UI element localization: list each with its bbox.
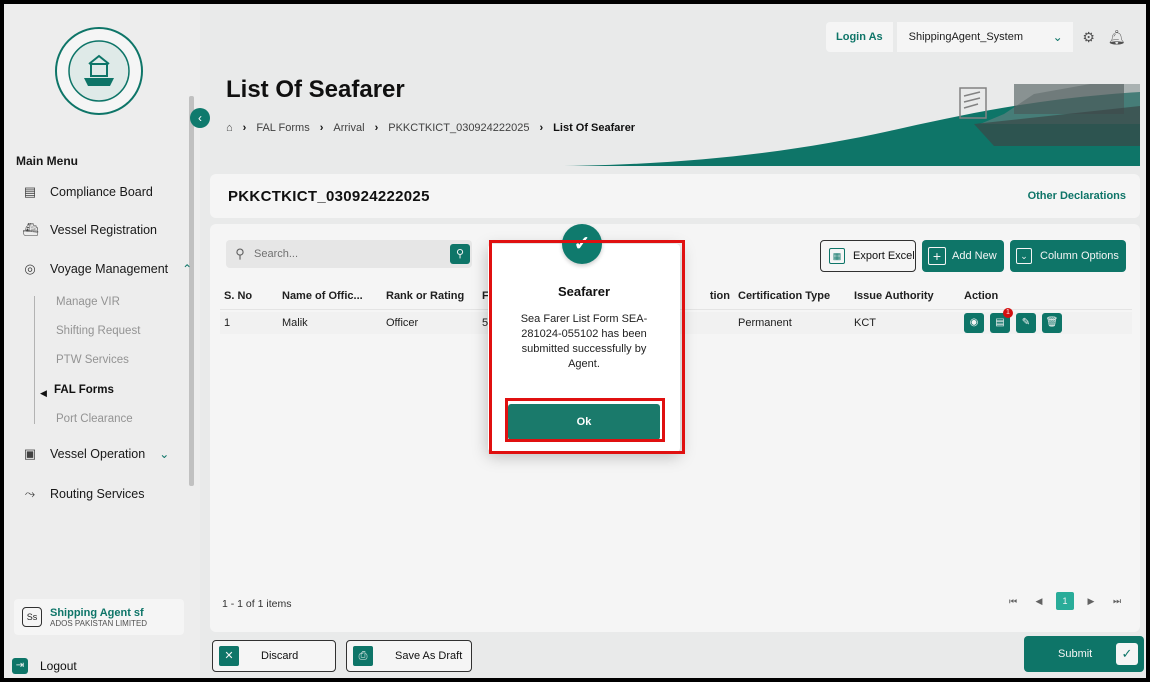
collapse-sidebar-button[interactable]: ‹ <box>190 108 210 128</box>
modal-message: Sea Farer List Form SEA-281024-055102 ha… <box>520 313 648 370</box>
app-frame: ‹ Main Menu ▤ Compliance Board ⛴ Vessel … <box>4 4 1146 678</box>
modal-title: Seafarer <box>557 284 611 299</box>
ok-button[interactable]: Ok <box>508 404 660 440</box>
success-modal: Seafarer Sea Farer List Form SEA-281024-… <box>488 244 680 452</box>
success-check-icon: ✓ <box>562 224 602 264</box>
